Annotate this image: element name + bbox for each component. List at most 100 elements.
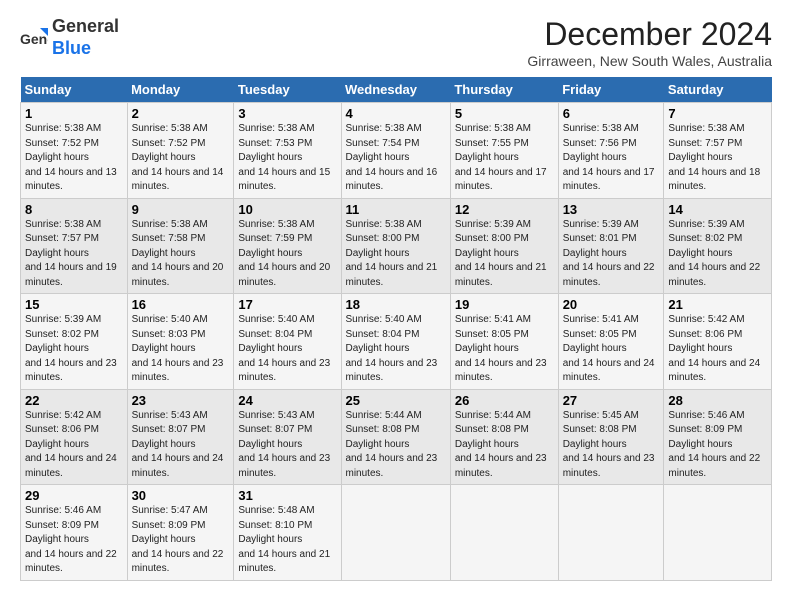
calendar-cell: 11 Sunrise: 5:38 AMSunset: 8:00 PMDaylig…	[341, 198, 450, 294]
day-number: 12	[455, 202, 554, 217]
calendar-cell: 20 Sunrise: 5:41 AMSunset: 8:05 PMDaylig…	[558, 294, 664, 390]
calendar-cell: 7 Sunrise: 5:38 AMSunset: 7:57 PMDayligh…	[664, 103, 772, 199]
calendar-body: 1 Sunrise: 5:38 AMSunset: 7:52 PMDayligh…	[21, 103, 772, 581]
day-number: 20	[563, 297, 660, 312]
day-info: Sunrise: 5:38 AMSunset: 7:55 PMDaylight …	[455, 123, 547, 192]
day-number: 22	[25, 393, 123, 408]
day-number: 23	[132, 393, 230, 408]
calendar-cell: 9 Sunrise: 5:38 AMSunset: 7:58 PMDayligh…	[127, 198, 234, 294]
calendar-cell: 1 Sunrise: 5:38 AMSunset: 7:52 PMDayligh…	[21, 103, 128, 199]
day-number: 25	[346, 393, 446, 408]
calendar-cell: 14 Sunrise: 5:39 AMSunset: 8:02 PMDaylig…	[664, 198, 772, 294]
day-number: 16	[132, 297, 230, 312]
day-number: 11	[346, 202, 446, 217]
calendar-cell: 8 Sunrise: 5:38 AMSunset: 7:57 PMDayligh…	[21, 198, 128, 294]
calendar-week-5: 29 Sunrise: 5:46 AMSunset: 8:09 PMDaylig…	[21, 485, 772, 581]
month-title: December 2024	[527, 16, 772, 53]
logo-text: General Blue	[52, 16, 119, 59]
day-number: 7	[668, 106, 767, 121]
calendar-cell: 22 Sunrise: 5:42 AMSunset: 8:06 PMDaylig…	[21, 389, 128, 485]
day-number: 29	[25, 488, 123, 503]
day-info: Sunrise: 5:41 AMSunset: 8:05 PMDaylight …	[563, 314, 655, 383]
day-info: Sunrise: 5:47 AMSunset: 8:09 PMDaylight …	[132, 505, 224, 574]
day-info: Sunrise: 5:46 AMSunset: 8:09 PMDaylight …	[668, 410, 760, 479]
day-number: 6	[563, 106, 660, 121]
header-wednesday: Wednesday	[341, 77, 450, 103]
calendar-cell: 5 Sunrise: 5:38 AMSunset: 7:55 PMDayligh…	[450, 103, 558, 199]
calendar-week-3: 15 Sunrise: 5:39 AMSunset: 8:02 PMDaylig…	[21, 294, 772, 390]
day-number: 21	[668, 297, 767, 312]
calendar-cell: 10 Sunrise: 5:38 AMSunset: 7:59 PMDaylig…	[234, 198, 341, 294]
day-info: Sunrise: 5:38 AMSunset: 7:57 PMDaylight …	[25, 219, 117, 288]
calendar-cell	[341, 485, 450, 581]
calendar-table: Sunday Monday Tuesday Wednesday Thursday…	[20, 77, 772, 581]
calendar-cell	[664, 485, 772, 581]
calendar-week-4: 22 Sunrise: 5:42 AMSunset: 8:06 PMDaylig…	[21, 389, 772, 485]
calendar-cell: 25 Sunrise: 5:44 AMSunset: 8:08 PMDaylig…	[341, 389, 450, 485]
day-info: Sunrise: 5:38 AMSunset: 7:56 PMDaylight …	[563, 123, 655, 192]
calendar-cell: 16 Sunrise: 5:40 AMSunset: 8:03 PMDaylig…	[127, 294, 234, 390]
calendar-cell: 27 Sunrise: 5:45 AMSunset: 8:08 PMDaylig…	[558, 389, 664, 485]
header-sunday: Sunday	[21, 77, 128, 103]
calendar-cell: 29 Sunrise: 5:46 AMSunset: 8:09 PMDaylig…	[21, 485, 128, 581]
day-info: Sunrise: 5:44 AMSunset: 8:08 PMDaylight …	[455, 410, 547, 479]
calendar-cell: 31 Sunrise: 5:48 AMSunset: 8:10 PMDaylig…	[234, 485, 341, 581]
calendar-cell: 4 Sunrise: 5:38 AMSunset: 7:54 PMDayligh…	[341, 103, 450, 199]
day-number: 17	[238, 297, 336, 312]
title-area: December 2024 Girraween, New South Wales…	[527, 16, 772, 69]
day-info: Sunrise: 5:43 AMSunset: 8:07 PMDaylight …	[238, 410, 330, 479]
header-saturday: Saturday	[664, 77, 772, 103]
day-number: 24	[238, 393, 336, 408]
day-info: Sunrise: 5:43 AMSunset: 8:07 PMDaylight …	[132, 410, 224, 479]
day-info: Sunrise: 5:38 AMSunset: 7:52 PMDaylight …	[25, 123, 117, 192]
calendar-cell: 19 Sunrise: 5:41 AMSunset: 8:05 PMDaylig…	[450, 294, 558, 390]
day-number: 27	[563, 393, 660, 408]
calendar-cell: 2 Sunrise: 5:38 AMSunset: 7:52 PMDayligh…	[127, 103, 234, 199]
day-info: Sunrise: 5:44 AMSunset: 8:08 PMDaylight …	[346, 410, 438, 479]
day-number: 10	[238, 202, 336, 217]
calendar-cell: 13 Sunrise: 5:39 AMSunset: 8:01 PMDaylig…	[558, 198, 664, 294]
day-info: Sunrise: 5:38 AMSunset: 7:58 PMDaylight …	[132, 219, 224, 288]
page: General General Blue December 2024 Girra…	[0, 0, 792, 591]
calendar-week-2: 8 Sunrise: 5:38 AMSunset: 7:57 PMDayligh…	[21, 198, 772, 294]
day-info: Sunrise: 5:38 AMSunset: 7:59 PMDaylight …	[238, 219, 330, 288]
day-info: Sunrise: 5:38 AMSunset: 8:00 PMDaylight …	[346, 219, 438, 288]
logo: General General Blue	[20, 16, 119, 59]
day-info: Sunrise: 5:39 AMSunset: 8:00 PMDaylight …	[455, 219, 547, 288]
calendar-cell	[558, 485, 664, 581]
header-friday: Friday	[558, 77, 664, 103]
day-info: Sunrise: 5:40 AMSunset: 8:04 PMDaylight …	[346, 314, 438, 383]
calendar-cell: 12 Sunrise: 5:39 AMSunset: 8:00 PMDaylig…	[450, 198, 558, 294]
day-info: Sunrise: 5:38 AMSunset: 7:52 PMDaylight …	[132, 123, 224, 192]
calendar-cell: 23 Sunrise: 5:43 AMSunset: 8:07 PMDaylig…	[127, 389, 234, 485]
header-monday: Monday	[127, 77, 234, 103]
days-header-row: Sunday Monday Tuesday Wednesday Thursday…	[21, 77, 772, 103]
day-number: 26	[455, 393, 554, 408]
day-number: 9	[132, 202, 230, 217]
day-info: Sunrise: 5:38 AMSunset: 7:53 PMDaylight …	[238, 123, 330, 192]
day-number: 18	[346, 297, 446, 312]
day-number: 19	[455, 297, 554, 312]
day-number: 5	[455, 106, 554, 121]
day-info: Sunrise: 5:39 AMSunset: 8:01 PMDaylight …	[563, 219, 655, 288]
calendar-cell	[450, 485, 558, 581]
svg-text:General: General	[20, 31, 48, 47]
calendar-cell: 21 Sunrise: 5:42 AMSunset: 8:06 PMDaylig…	[664, 294, 772, 390]
day-number: 28	[668, 393, 767, 408]
day-number: 14	[668, 202, 767, 217]
day-number: 1	[25, 106, 123, 121]
day-info: Sunrise: 5:38 AMSunset: 7:57 PMDaylight …	[668, 123, 760, 192]
day-number: 13	[563, 202, 660, 217]
day-number: 3	[238, 106, 336, 121]
day-info: Sunrise: 5:42 AMSunset: 8:06 PMDaylight …	[25, 410, 117, 479]
calendar-cell: 3 Sunrise: 5:38 AMSunset: 7:53 PMDayligh…	[234, 103, 341, 199]
day-info: Sunrise: 5:39 AMSunset: 8:02 PMDaylight …	[668, 219, 760, 288]
day-number: 8	[25, 202, 123, 217]
day-info: Sunrise: 5:45 AMSunset: 8:08 PMDaylight …	[563, 410, 655, 479]
day-info: Sunrise: 5:48 AMSunset: 8:10 PMDaylight …	[238, 505, 330, 574]
day-info: Sunrise: 5:40 AMSunset: 8:04 PMDaylight …	[238, 314, 330, 383]
calendar-cell: 17 Sunrise: 5:40 AMSunset: 8:04 PMDaylig…	[234, 294, 341, 390]
calendar-cell: 24 Sunrise: 5:43 AMSunset: 8:07 PMDaylig…	[234, 389, 341, 485]
calendar-week-1: 1 Sunrise: 5:38 AMSunset: 7:52 PMDayligh…	[21, 103, 772, 199]
header-tuesday: Tuesday	[234, 77, 341, 103]
